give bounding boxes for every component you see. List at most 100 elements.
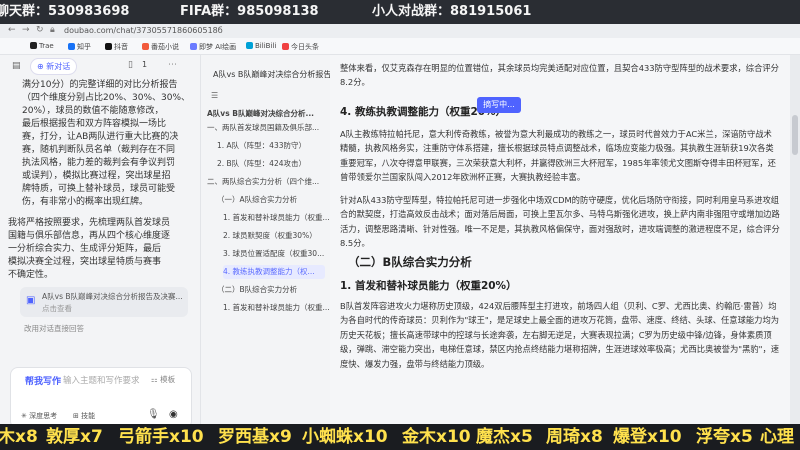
document-reference-sub: 点击查看 bbox=[42, 304, 72, 313]
gift-item: 木x8 bbox=[0, 427, 38, 447]
document-reference-title: A队vs B队巅峰对决综合分析报告及决赛... bbox=[42, 292, 183, 301]
outline-item[interactable]: A队vs B队巅峰对决综合分析... bbox=[207, 107, 329, 121]
template-label: 模板 bbox=[160, 375, 176, 384]
template-icon: ⚏ bbox=[151, 375, 161, 384]
gift-item: 浮夸x5 bbox=[696, 427, 753, 447]
message-line: 或误判），模拟比赛过程，突出球星招 bbox=[22, 171, 171, 181]
bookmark-douyin[interactable]: 抖音 bbox=[105, 42, 128, 52]
more-icon[interactable]: ⋯ bbox=[168, 60, 177, 70]
template-button[interactable]: ⚏ 模板 bbox=[151, 374, 175, 385]
gift-item: 金木x10 bbox=[402, 427, 471, 447]
page-count: 1 bbox=[142, 60, 148, 69]
microphone-icon[interactable]: 🎙︎ bbox=[147, 409, 160, 420]
address-bar[interactable]: ← → ↻ 🔒︎ doubao.com/chat/373055718606051… bbox=[0, 24, 800, 38]
document-reference-card[interactable]: ▣ A队vs B队巅峰对决综合分析报告及决赛... 点击查看 bbox=[20, 287, 188, 317]
answer-directly-link[interactable]: 改用对话直接回答 bbox=[24, 323, 84, 334]
doc-paragraph: A队主教练特拉帕托尼，意大利传奇教练，被誉为意大利最成功的教练之一，球员时代曾效… bbox=[340, 129, 776, 183]
outline-item[interactable]: 2. 球员默契度（权重30%） bbox=[223, 229, 345, 243]
doc-paragraph: 整体来看，仅艾克森存在明显的位置错位，其余球员均完美适配对应位置，且契合433防… bbox=[340, 63, 779, 88]
outline-item[interactable]: 2. B队（阵型：424攻击） bbox=[217, 157, 339, 171]
message-line: 满分10分）的完整详细的对比分析报告 bbox=[22, 80, 178, 90]
skills-button[interactable]: ⊞ 技能 bbox=[73, 411, 95, 421]
new-chat-button[interactable]: ⊕ 新对话 bbox=[30, 58, 78, 75]
outline-item[interactable]: （一）A队综合实力分析 bbox=[217, 193, 339, 207]
outline-item[interactable]: 1. 首发和替补球员能力（权重... bbox=[223, 301, 345, 315]
message-line: （四个维度分别占比20%、30%、30%、 bbox=[22, 93, 191, 103]
chat-panel: ▤ ⊕ 新对话 ▯ 1 ⋯ 满分10分）的完整详细的对比分析报告 （四个维度分别… bbox=[0, 55, 200, 429]
outline-item[interactable]: 1. 首发和替补球员能力（权重... bbox=[223, 211, 345, 225]
fanqie-icon bbox=[142, 43, 149, 50]
message-line: 20%），球员的数值不能随意修改， bbox=[22, 106, 164, 116]
bookmark-trae[interactable]: Trae bbox=[30, 42, 54, 50]
outline-collapse-icon[interactable]: ☰ bbox=[211, 91, 218, 100]
outline-item[interactable]: 二、两队综合实力分析（四个维... bbox=[207, 175, 329, 189]
bookmark-bilibili[interactable]: BiliBili bbox=[246, 42, 276, 50]
bookmark-label: 番茄小说 bbox=[151, 43, 179, 51]
message-line: 伤，有非常小的概率出现红牌。 bbox=[22, 197, 149, 207]
doc-heading-team-b: （二）B队综合实力分析 bbox=[348, 255, 472, 269]
new-chat-icon: ⊕ bbox=[37, 62, 44, 71]
outline-item[interactable]: 3. 球员位置适配度（权重30... bbox=[223, 247, 345, 261]
bookmarks-bar: Trae 知乎 抖音 番茄小说 即梦 AI绘画 BiliBili 今日头条 bbox=[0, 38, 800, 55]
message-line: 最后根据报告和双方阵容模拟一场比 bbox=[22, 119, 167, 129]
gift-item: 小蜘蛛x10 bbox=[302, 427, 388, 447]
outline-item-active[interactable]: 4. 教练执教调整能力（权... bbox=[223, 265, 325, 279]
trae-icon bbox=[30, 42, 37, 49]
document-scrollbar[interactable] bbox=[790, 55, 800, 424]
gift-item: 敦厚x7 bbox=[46, 427, 103, 447]
outline-item[interactable]: （二）B队综合实力分析 bbox=[217, 283, 339, 297]
document-outline: A队vs B队巅峰对决综合分析报告及决赛模拟 ☰ A队vs B队巅峰对决综合分析… bbox=[200, 55, 331, 424]
message-line: 执法风格，能力差的裁判会有争议判罚 bbox=[22, 158, 176, 168]
gift-item: 罗西基x9 bbox=[218, 427, 292, 447]
back-icon[interactable]: ← bbox=[8, 25, 16, 35]
outline-item[interactable]: 一、两队首发球员国籍及俱乐部... bbox=[207, 121, 329, 135]
gift-item: 魔杰x5 bbox=[476, 427, 533, 447]
doc-heading-b1: 1. 首发和替补球员能力（权重20%） bbox=[340, 280, 517, 292]
gift-item: 弓箭手x10 bbox=[118, 427, 204, 447]
top-banner: 聊天群：530983698 FIFA群：985098138 小人对战群：8819… bbox=[0, 0, 800, 24]
bookmark-label: 知乎 bbox=[77, 43, 91, 51]
document-content: 整体来看，仅艾克森存在明显的位置错位，其余球员均完美适配对应位置，且契合433防… bbox=[330, 55, 790, 424]
browser-window: ← → ↻ 🔒︎ doubao.com/chat/373055718606051… bbox=[0, 24, 800, 429]
doc-paragraph: B队首发阵容进攻火力堪称历史顶级，424双后腰阵型主打进攻，前场四人组（贝利、C… bbox=[340, 301, 780, 369]
user-message: 满分10分）的完整详细的对比分析报告 （四个维度分别占比20%、30%、30%、… bbox=[22, 79, 192, 209]
bookmark-fanqie[interactable]: 番茄小说 bbox=[142, 42, 179, 52]
message-line: 一分析综合实力、生成评分矩阵，最后 bbox=[8, 244, 162, 254]
url-text[interactable]: doubao.com/chat/3730557186060518б bbox=[64, 26, 223, 35]
deep-think-toggle[interactable]: ✳ 深度思考 bbox=[21, 411, 57, 421]
bookmark-jimeng[interactable]: 即梦 AI绘画 bbox=[190, 42, 236, 52]
doc-paragraph: 针对A队433防守型阵型，特拉帕托尼可进一步强化中场双CDM的防守硬度，优化后场… bbox=[340, 195, 780, 249]
message-line: 不确定性。 bbox=[8, 270, 54, 280]
writing-status-badge: 摘写中... bbox=[477, 97, 521, 113]
banner-item-fifa-group: FIFA群：985098138 bbox=[180, 4, 319, 19]
bookmark-zhihu[interactable]: 知乎 bbox=[68, 42, 91, 52]
send-icon[interactable]: ◉ bbox=[169, 409, 178, 420]
composer: 帮我写作 输入主题和写作要求 ⚏ 模板 ✳ 深度思考 ⊞ 技能 🎙︎ ◉ bbox=[10, 367, 192, 429]
message-line: 国籍与俱乐部信息，再从四个核心维度逐 bbox=[8, 231, 171, 241]
bookmark-label: 即梦 AI绘画 bbox=[199, 43, 237, 51]
douyin-icon bbox=[105, 43, 112, 50]
chat-toolbar: ▤ ⊕ 新对话 ▯ 1 ⋯ bbox=[0, 55, 200, 77]
skills-icon: ⊞ bbox=[73, 412, 82, 420]
outline-item[interactable]: 1. A队（阵型：433防守） bbox=[217, 139, 339, 153]
forward-icon[interactable]: → bbox=[22, 25, 30, 35]
message-line: 模拟决赛全过程，突出球星特质与赛事 bbox=[8, 257, 162, 267]
reload-icon[interactable]: ↻ bbox=[36, 25, 44, 35]
message-line: 赛，打分，让AB两队进行重大比赛的决 bbox=[22, 132, 179, 142]
bookmark-toutiao[interactable]: 今日头条 bbox=[282, 42, 319, 52]
scrollbar-thumb[interactable] bbox=[792, 115, 798, 155]
sidebar-toggle-icon[interactable]: ▤ bbox=[12, 61, 21, 71]
banner-item-chat-group: 聊天群：530983698 bbox=[0, 4, 130, 19]
new-chat-label: 新对话 bbox=[46, 62, 71, 71]
gift-item: 心理 bbox=[760, 427, 794, 447]
deep-think-icon: ✳ bbox=[21, 412, 30, 420]
bookmark-label: 今日头条 bbox=[291, 43, 319, 51]
gift-item: 周琦x8 bbox=[546, 427, 603, 447]
composer-input[interactable]: 输入主题和写作要求 bbox=[63, 374, 140, 386]
message-line: 牌特质，可换上替补球员，球员可能受 bbox=[22, 184, 176, 194]
skills-label: 技能 bbox=[81, 412, 96, 420]
assistant-message: 我将严格按照要求，先梳理两队首发球员 国籍与俱乐部信息，再从四个核心维度逐 一分… bbox=[8, 217, 193, 282]
zhihu-icon bbox=[68, 43, 75, 50]
document-icon: ▯ bbox=[128, 60, 133, 70]
writing-mode-label: 帮我写作 bbox=[25, 377, 62, 387]
